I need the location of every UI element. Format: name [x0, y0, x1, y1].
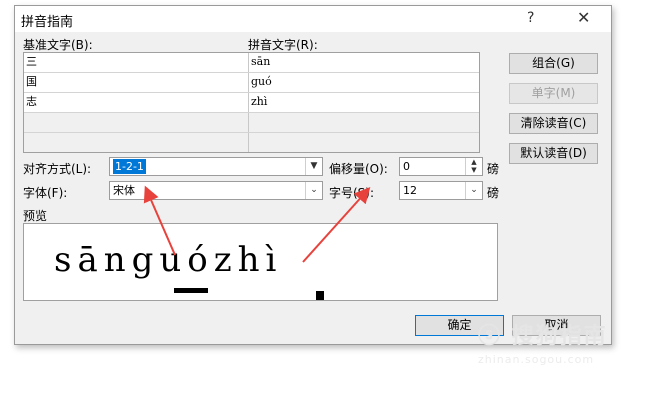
annotation-arrow	[302, 187, 371, 263]
watermark-url: zhinan.sogou.com	[478, 353, 595, 366]
watermark-logo: ⓢ 搜狗指南	[478, 324, 608, 349]
annotation-arrow	[143, 185, 176, 256]
